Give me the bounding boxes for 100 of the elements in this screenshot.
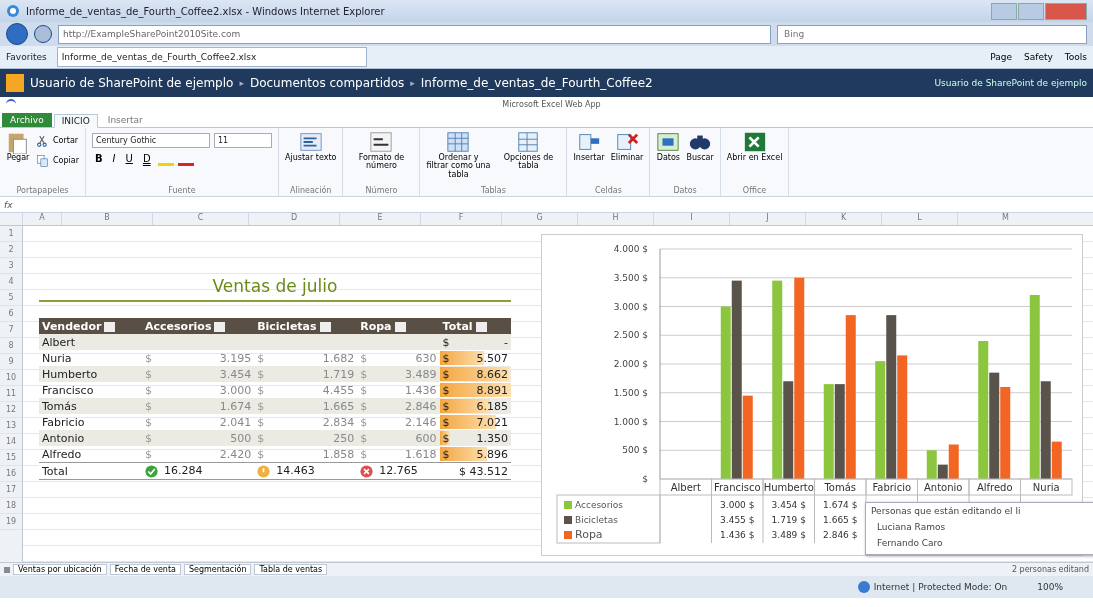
row-number[interactable]: 6 (0, 306, 22, 322)
row-number[interactable]: 2 (0, 242, 22, 258)
command-menu[interactable]: Page (990, 52, 1013, 62)
column-header[interactable]: L (881, 213, 957, 225)
font-name-field[interactable]: Century Gothic (92, 133, 210, 148)
row-number[interactable]: 10 (0, 370, 22, 386)
zoom-level[interactable]: 100% (1037, 582, 1063, 592)
ribbon-button[interactable]: Pegar (6, 130, 30, 163)
total-cell: $ 5.507 (439, 350, 511, 366)
row-number[interactable]: 17 (0, 482, 22, 498)
row-number[interactable]: 15 (0, 450, 22, 466)
row-number[interactable]: 12 (0, 402, 22, 418)
column-heading[interactable]: Total (439, 318, 511, 334)
currency-symbol: $ (254, 350, 281, 366)
ribbon-button[interactable]: Eliminar (610, 130, 644, 163)
row-number[interactable]: 11 (0, 386, 22, 402)
breadcrumb-link[interactable]: Informe_de_ventas_de_Fourth_Coffee2 (420, 76, 653, 90)
breadcrumb-link[interactable]: Documentos compartidos (249, 76, 405, 90)
minimize-button[interactable] (991, 2, 1017, 20)
column-header[interactable]: D (248, 213, 339, 225)
format-button[interactable]: B (92, 153, 106, 164)
maximize-button[interactable] (1018, 2, 1044, 20)
category-label: Francisco (713, 482, 761, 493)
table-cell: Nuria (39, 350, 143, 366)
column-heading[interactable]: Ropa (357, 318, 440, 334)
ribbon-tab[interactable]: INICIO (53, 114, 98, 128)
currency-symbol: $ (142, 350, 171, 366)
column-heading[interactable]: Accesorios (142, 318, 255, 334)
table-cell: 1.436 (378, 382, 440, 398)
ribbon-button[interactable]: Cortar (36, 134, 79, 148)
browser-tab[interactable]: Informe_de_ventas_de_Fourth_Coffee2.xlsx (56, 47, 367, 67)
column-header[interactable]: G (501, 213, 577, 225)
editing-status[interactable]: 2 personas editand (1011, 565, 1093, 574)
command-menu[interactable]: Tools (1064, 52, 1087, 62)
table-cell: 3.489 (378, 366, 440, 382)
search-field[interactable]: Bing (777, 24, 1087, 44)
column-header[interactable]: F (420, 213, 501, 225)
row-number[interactable]: 7 (0, 322, 22, 338)
data-table-cell: 3.454 $ (771, 500, 806, 510)
column-header[interactable]: H (577, 213, 653, 225)
column-header[interactable]: B (61, 213, 152, 225)
breadcrumb-link[interactable]: Usuario de SharePoint de ejemplo (30, 76, 234, 90)
ribbon-button[interactable]: Copiar (36, 154, 79, 168)
column-heading[interactable]: Vendedor (39, 318, 143, 334)
currency-symbol: $ (142, 430, 171, 446)
favorites-button[interactable]: Favorites (6, 52, 47, 62)
row-number[interactable]: 18 (0, 498, 22, 514)
row-number[interactable]: 1 (0, 226, 22, 242)
data-table-cell: 1.719 $ (771, 515, 806, 525)
row-number[interactable]: 3 (0, 258, 22, 274)
format-button[interactable]: D (139, 153, 154, 164)
ribbon-button[interactable]: Buscar (686, 130, 714, 163)
column-header[interactable]: M (957, 213, 1053, 225)
ribbon-button[interactable]: Ajustar texto (285, 130, 337, 163)
column-header[interactable]: K (805, 213, 881, 225)
sheet-tab[interactable]: Ventas por ubicación (13, 564, 107, 575)
function-icon[interactable]: fx (0, 199, 26, 210)
ribbon-button[interactable]: Abrir en Excel (726, 130, 783, 163)
currency-symbol: $ (142, 414, 171, 430)
ribbon-tab[interactable]: Archivo (2, 113, 52, 127)
close-button[interactable] (1045, 2, 1087, 20)
font-size-field[interactable]: 11 (214, 133, 272, 148)
column-heading[interactable]: Bicicletas (254, 318, 358, 334)
row-number[interactable]: 13 (0, 418, 22, 434)
ribbon-button[interactable]: Ordenar y filtrar como una tabla (426, 130, 491, 180)
row-number[interactable]: 14 (0, 434, 22, 450)
ribbon-button[interactable]: Formato de número (349, 130, 414, 171)
column-header[interactable]: J (729, 213, 805, 225)
address-field[interactable]: http://ExampleSharePoint2010Site.com (58, 24, 771, 44)
ribbon-button[interactable]: Datos (656, 130, 681, 163)
ribbon-tab[interactable]: Insertar (99, 113, 151, 127)
sheet-nav-icon[interactable] (4, 566, 10, 573)
forward-button[interactable] (34, 25, 52, 43)
data-table-cell: 3.000 $ (720, 500, 755, 510)
person-name[interactable]: Luciana Ramos (871, 519, 1091, 535)
sheet-tab[interactable]: Tabla de ventas (254, 564, 328, 575)
command-menu[interactable]: Safety (1024, 52, 1053, 62)
row-number[interactable]: 9 (0, 354, 22, 370)
column-header[interactable]: C (152, 213, 248, 225)
ribbon-button[interactable]: Insertar (573, 130, 605, 163)
format-button[interactable]: I (109, 153, 119, 164)
person-name[interactable]: Fernando Caro (871, 535, 1091, 551)
format-button[interactable]: U (122, 153, 136, 164)
ribbon-button[interactable]: Opciones de tabla (496, 130, 561, 171)
user-menu[interactable]: Usuario de SharePoint de ejemplo (934, 78, 1087, 88)
row-number[interactable]: 5 (0, 290, 22, 306)
window-title: Informe_de_ventas_de_Fourth_Coffee2.xlsx - Windows Internet Explorer (26, 5, 385, 17)
back-button[interactable] (6, 23, 28, 45)
row-number[interactable]: 19 (0, 514, 22, 530)
row-number[interactable]: 16 (0, 466, 22, 482)
column-header[interactable]: I (653, 213, 729, 225)
column-header[interactable]: A (22, 213, 61, 225)
sheet-tab[interactable]: Segmentación (183, 564, 252, 575)
column-header[interactable]: E (339, 213, 420, 225)
sheet-tab[interactable]: Fecha de venta (109, 564, 181, 575)
table-cell: Albert (39, 334, 143, 350)
row-number[interactable]: 8 (0, 338, 22, 354)
row-number[interactable]: 4 (0, 274, 22, 290)
axis-label: 3.000 $ (613, 301, 648, 312)
check-circle-icon (145, 464, 159, 478)
